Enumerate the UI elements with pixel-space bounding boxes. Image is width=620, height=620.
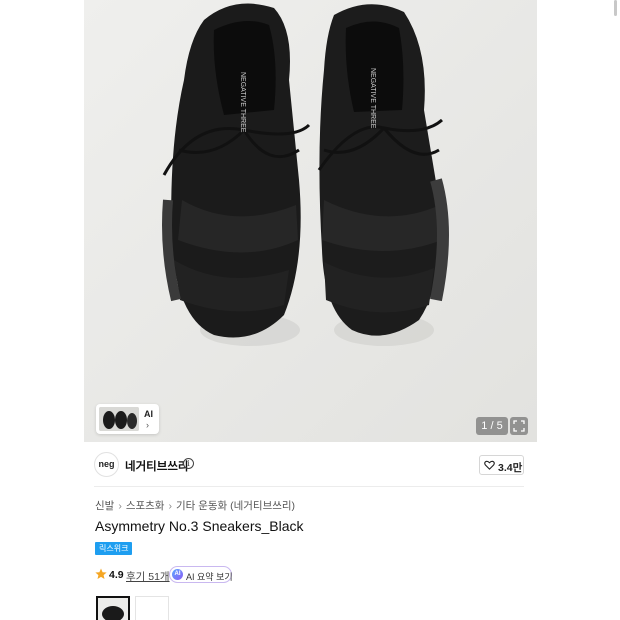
option-thumbnail[interactable] bbox=[135, 596, 169, 620]
option-image bbox=[98, 598, 128, 620]
breadcrumb-item-shoes[interactable]: 신발 bbox=[95, 500, 114, 512]
breadcrumb-separator-icon: › bbox=[118, 500, 122, 512]
ai-summary-button[interactable]: AI AI 요약 보기 bbox=[169, 566, 233, 583]
brand-logo[interactable]: neg bbox=[94, 452, 119, 477]
option-thumbnail-selected[interactable] bbox=[96, 596, 130, 620]
event-badge: 릭스위크 bbox=[95, 542, 133, 555]
star-icon bbox=[95, 568, 107, 579]
rating-row: 4.9 후기 51개 AI AI 요약 보기 bbox=[95, 566, 295, 584]
like-button[interactable]: 3.4만 bbox=[479, 455, 524, 475]
brand-row: neg 네거티브쓰리 i 3.4만 bbox=[94, 452, 524, 478]
product-image-gallery[interactable]: NEGATIVE THREE NEGATIVE THREE AI › 1 / 5 bbox=[84, 0, 537, 442]
reviews-link[interactable]: 후기 51개 bbox=[126, 569, 170, 584]
svg-text:NEGATIVE THREE: NEGATIVE THREE bbox=[239, 72, 246, 133]
info-icon[interactable]: i bbox=[183, 458, 194, 469]
ai-thumbnail-chip[interactable]: AI › bbox=[96, 404, 159, 434]
divider bbox=[94, 486, 524, 487]
breadcrumb: 신발 › 스포츠화 › 기타 운동화 (네거티브쓰리) bbox=[95, 498, 295, 513]
heart-icon bbox=[484, 460, 495, 470]
like-count: 3.4만 bbox=[498, 462, 523, 474]
breadcrumb-separator-icon: › bbox=[168, 500, 172, 512]
ai-icon: AI bbox=[172, 569, 183, 580]
breadcrumb-item-sports-shoes[interactable]: 스포츠화 bbox=[126, 500, 165, 512]
ai-chip-label: AI bbox=[144, 409, 153, 419]
thumbnail-image bbox=[99, 407, 139, 431]
product-photo: NEGATIVE THREE NEGATIVE THREE bbox=[84, 0, 537, 442]
ai-summary-label: AI 요약 보기 bbox=[186, 572, 233, 582]
breadcrumb-item-other-sneakers[interactable]: 기타 운동화 (네거티브쓰리) bbox=[176, 500, 295, 512]
scrollbar-thumb[interactable] bbox=[614, 0, 617, 16]
svg-text:NEGATIVE THREE: NEGATIVE THREE bbox=[369, 68, 376, 129]
rating-value: 4.9 bbox=[109, 569, 124, 581]
product-title: Asymmetry No.3 Sneakers_Black bbox=[95, 518, 304, 534]
chevron-right-icon: › bbox=[146, 420, 149, 430]
image-counter: 1 / 5 bbox=[476, 417, 508, 435]
brand-name[interactable]: 네거티브쓰리 bbox=[125, 458, 188, 474]
option-image bbox=[136, 597, 168, 620]
expand-icon[interactable] bbox=[510, 417, 528, 435]
